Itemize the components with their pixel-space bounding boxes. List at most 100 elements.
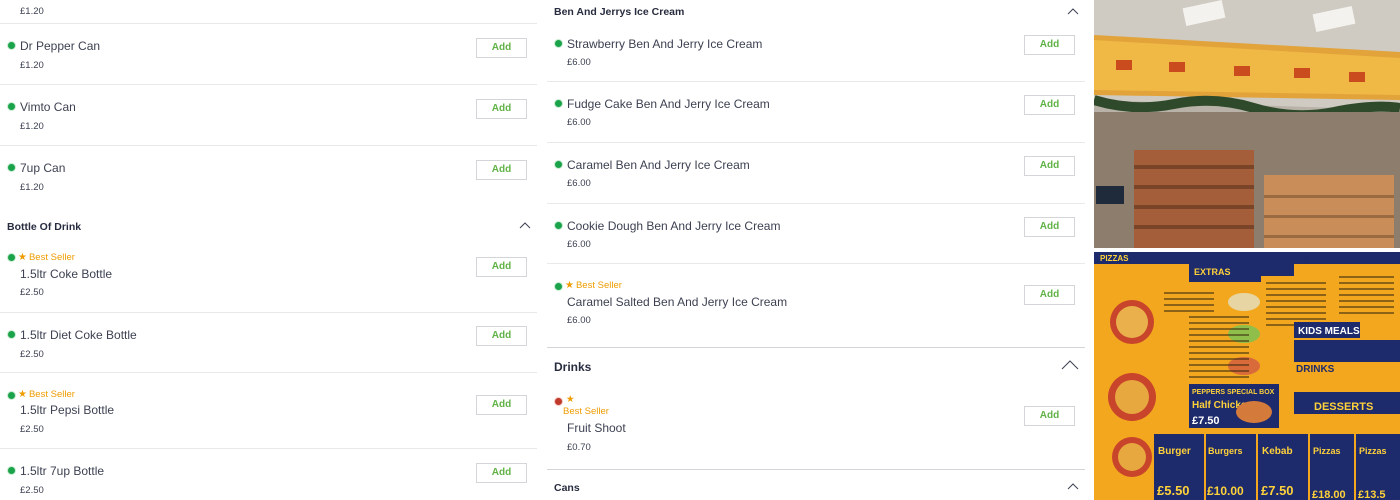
menu-item: Vimto Can £1.20 Add [0,85,537,146]
item-name: 7up Can [20,161,66,175]
menu-item: Dr Pepper Can £1.20 Add [0,24,537,85]
menu-kids-meals: KIDS MEALS [1298,326,1360,337]
nonveg-indicator-icon [555,398,562,405]
add-button[interactable]: Add [1024,217,1075,237]
menu-item: Strawberry Ben And Jerry Ice Cream £6.00… [547,23,1085,82]
bestseller-label: Best Seller [28,389,75,400]
bestseller-badge: ★ Best Seller [18,252,75,263]
add-button[interactable]: Add [476,257,527,277]
add-button[interactable]: Add [476,38,527,58]
veg-indicator-icon [555,283,562,290]
deal-price: £5.50 [1157,483,1190,498]
star-icon: ★ [566,394,575,405]
item-price: £2.50 [20,424,44,435]
deal-price: £13.5 [1358,489,1386,500]
menu-desserts: DESSERTS [1314,401,1373,413]
veg-indicator-icon [8,467,15,474]
add-button[interactable]: Add [1024,406,1075,426]
menu-item: ★ Best Seller 1.5ltr Pepsi Bottle £2.50 A… [0,373,537,449]
add-button[interactable]: Add [1024,285,1075,305]
item-name: Strawberry Ben And Jerry Ice Cream [567,37,763,51]
veg-indicator-icon [555,100,562,107]
menu-item: ★ Best Seller Caramel Salted Ben And Jerr… [547,264,1085,348]
chevron-up-icon [519,222,531,229]
item-name: Fruit Shoot [567,421,626,435]
category-header[interactable]: Drinks [547,348,1085,386]
restaurant-interior-photo[interactable] [1094,0,1400,248]
item-price: £6.00 [567,57,591,68]
item-price: £0.70 [567,442,591,453]
menu-column-left: £1.20 Dr Pepper Can £1.20 Add Vimto Can … [0,0,537,500]
item-price: £6.00 [567,117,591,128]
menu-item: Fudge Cake Ben And Jerry Ice Cream £6.00… [547,82,1085,143]
add-button[interactable]: Add [476,326,527,346]
veg-indicator-icon [555,161,562,168]
veg-indicator-icon [8,103,15,110]
deal-title: Pizzas [1359,446,1387,456]
star-icon: ★ [565,280,574,291]
category-header[interactable]: Bottle Of Drink [0,206,537,246]
add-button[interactable]: Add [1024,95,1075,115]
category-title: Drinks [554,360,592,374]
item-name: 1.5ltr Diet Coke Bottle [20,328,137,342]
menu-drinks: DRINKS [1296,364,1335,375]
item-price: £6.00 [567,178,591,189]
deal-title: Kebab [1262,446,1293,457]
deal-price: £10.00 [1207,484,1244,498]
item-price: £1.20 [20,182,44,193]
item-name: Fudge Cake Ben And Jerry Ice Cream [567,97,770,111]
item-name: 1.5ltr Pepsi Bottle [20,403,115,417]
deal-title: Burgers [1208,446,1243,456]
add-button[interactable]: Add [476,160,527,180]
deal-title: Burger [1158,446,1191,457]
deal-title: Pizzas [1313,446,1341,456]
star-icon: ★ [18,389,27,400]
menu-item: 7up Can £1.20 Add [0,146,537,206]
item-name: 1.5ltr Coke Bottle [20,267,113,281]
bestseller-badge: ★ Best Seller [18,389,75,400]
bestseller-label: Best Seller [575,280,622,291]
add-button[interactable]: Add [1024,35,1075,55]
menu-header-pizzas: PIZZAS [1100,254,1129,263]
category-title: Bottle Of Drink [7,221,82,233]
item-name: Caramel Salted Ben And Jerry Ice Cream [567,295,788,309]
add-button[interactable]: Add [476,395,527,415]
add-button[interactable]: Add [1024,156,1075,176]
item-name: Cookie Dough Ben And Jerry Ice Cream [567,219,781,233]
menu-item: ★ Best Seller 1.5ltr Coke Bottle £2.50 Ad… [0,246,537,313]
category-header[interactable]: Ben And Jerrys Ice Cream [547,0,1085,23]
item-price: £1.20 [20,6,44,17]
menu-item: Caramel Ben And Jerry Ice Cream £6.00 Ad… [547,143,1085,204]
veg-indicator-icon [555,222,562,229]
star-icon: ★ [18,252,27,263]
chevron-up-icon [1061,360,1079,370]
bestseller-badge: ★ Best Seller [565,280,622,291]
menu-column-middle: Ben And Jerrys Ice Cream Strawberry Ben … [547,0,1085,500]
category-title: Cans [554,482,580,494]
menu-header-sides: SIDES [1304,256,1331,266]
bestseller-label: Best Seller [563,406,609,417]
item-price: £2.50 [20,349,44,360]
item-name: Dr Pepper Can [20,39,101,53]
menu-header-extras: EXTRAS [1194,267,1231,277]
category-header[interactable]: Cans [547,470,1085,500]
item-price: £1.20 [20,60,44,71]
special-box-title: PEPPERS SPECIAL BOX [1192,389,1275,396]
add-button[interactable]: Add [476,463,527,483]
menu-item: Cookie Dough Ben And Jerry Ice Cream £6.… [547,204,1085,264]
add-button[interactable]: Add [476,99,527,119]
item-price: £6.00 [567,315,591,326]
item-name: Vimto Can [20,100,76,114]
menu-item: ★ Best Seller Fruit Shoot £0.70 Add [547,386,1085,470]
menu-board-illustration: PIZZAS EXTRAS SIDES KIDS MEALS DRINKS DE… [1094,252,1400,500]
veg-indicator-icon [555,40,562,47]
veg-indicator-icon [8,254,15,261]
veg-indicator-icon [8,164,15,171]
menu-item: £1.20 [0,0,537,24]
menu-board-photo[interactable]: PIZZAS EXTRAS SIDES KIDS MEALS DRINKS DE… [1094,252,1400,500]
item-price: £1.20 [20,121,44,132]
veg-indicator-icon [8,331,15,338]
restaurant-photos: PIZZAS EXTRAS SIDES KIDS MEALS DRINKS DE… [1094,0,1400,500]
chevron-up-icon [1067,8,1079,15]
bestseller-label: Best Seller [28,252,75,263]
